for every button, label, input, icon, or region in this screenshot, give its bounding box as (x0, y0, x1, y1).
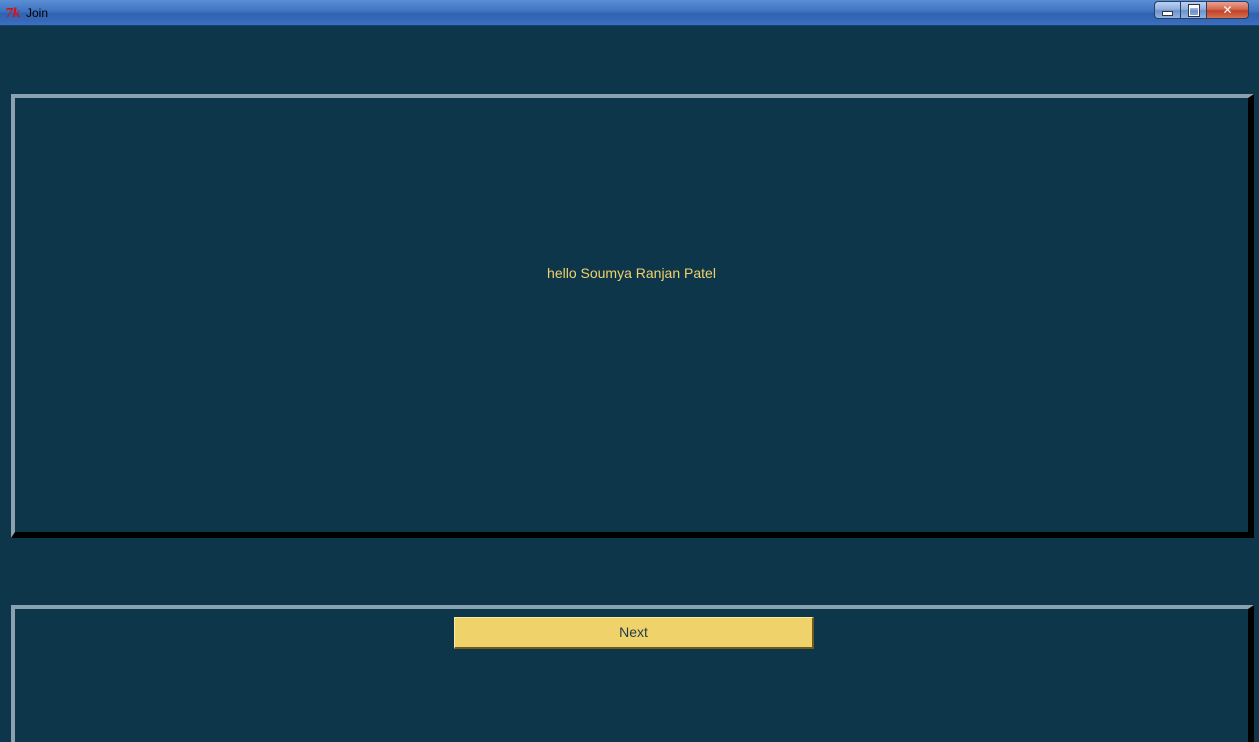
greeting-label: hello Soumya Ranjan Patel (547, 265, 716, 281)
next-button[interactable]: Next (454, 617, 814, 649)
close-button[interactable]: ✕ (1206, 1, 1249, 19)
maximize-icon (1187, 3, 1200, 17)
tk-feather-icon: 7k (5, 6, 21, 20)
window-controls: ✕ (1154, 1, 1249, 20)
minimize-button[interactable] (1154, 1, 1180, 19)
button-panel: Next (11, 605, 1254, 742)
maximize-button[interactable] (1180, 1, 1206, 19)
window-title: Join (26, 6, 49, 20)
close-icon: ✕ (1222, 3, 1233, 17)
window-titlebar[interactable]: 7k Join ✕ (0, 0, 1259, 26)
minimize-icon (1162, 10, 1173, 16)
greeting-panel: hello Soumya Ranjan Patel (11, 94, 1254, 538)
